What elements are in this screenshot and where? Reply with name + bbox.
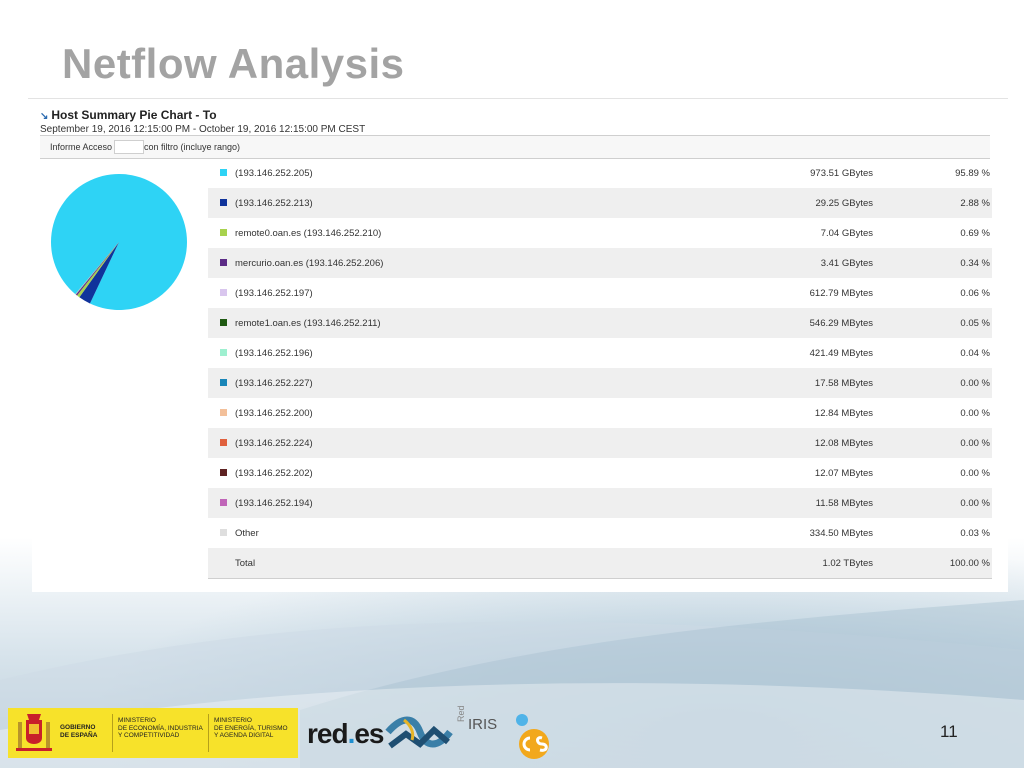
legend-swatch <box>220 499 227 506</box>
table-row[interactable]: (193.146.252.194) 11.58 MBytes 0.00 % <box>208 488 992 518</box>
legend-swatch <box>220 379 227 386</box>
total-amount: 1.02 TBytes <box>822 558 873 569</box>
traffic-percent: 0.00 % <box>960 498 990 509</box>
host-label: Other <box>235 528 259 539</box>
table-row[interactable]: mercurio.oan.es (193.146.252.206) 3.41 GB… <box>208 248 992 278</box>
table-row[interactable]: (193.146.252.205) 973.51 GBytes 95.89 % <box>208 158 992 188</box>
host-label: (193.146.252.196) <box>235 348 313 359</box>
traffic-percent: 0.00 % <box>960 378 990 389</box>
legend-swatch <box>220 439 227 446</box>
traffic-percent: 0.69 % <box>960 228 990 239</box>
date-range: September 19, 2016 12:15:00 PM - October… <box>40 124 366 135</box>
traffic-percent: 0.05 % <box>960 318 990 329</box>
total-row: Total 1.02 TBytes 100.00 % <box>208 548 992 579</box>
logo-separator <box>112 714 113 752</box>
host-label: remote1.oan.es (193.146.252.211) <box>235 318 381 329</box>
traffic-percent: 0.00 % <box>960 438 990 449</box>
title-divider <box>28 98 1008 99</box>
page-number: 11 <box>940 722 958 741</box>
traffic-amount: 29.25 GBytes <box>815 198 873 209</box>
host-label: (193.146.252.202) <box>235 468 313 479</box>
government-logo-band: GOBIERNO DE ESPAÑA MINISTERIO DE ECONOMÍ… <box>8 708 298 758</box>
host-label: remote0.oan.es (193.146.252.210) <box>235 228 382 239</box>
panel-title-wrap: ↘ Host Summary Pie Chart - To <box>40 108 217 122</box>
table-row[interactable]: Other 334.50 MBytes 0.03 % <box>208 518 992 548</box>
table-row[interactable]: (193.146.252.197) 612.79 MBytes 0.06 % <box>208 278 992 308</box>
filter-bar: Informe Acceso con filtro (incluye rango… <box>40 135 990 159</box>
collapse-arrow-icon[interactable]: ↘ <box>40 111 48 122</box>
legend-swatch <box>220 229 227 236</box>
legend-swatch <box>220 529 227 536</box>
filter-prefix: Informe Acceso <box>50 142 113 152</box>
ministry-energy-label: MINISTERIO DE ENERGÍA, TURISMO Y AGENDA … <box>214 717 288 739</box>
host-label: (193.146.252.205) <box>235 168 313 179</box>
legend-swatch <box>220 409 227 416</box>
redes-logo: red.es <box>307 718 385 749</box>
traffic-percent: 0.00 % <box>960 468 990 479</box>
legend-swatch <box>220 199 227 206</box>
legend-swatch <box>220 289 227 296</box>
filter-suffix: con filtro (incluye rango) <box>144 142 241 152</box>
host-label: mercurio.oan.es (193.146.252.206) <box>235 258 384 269</box>
ministry-economy-label: MINISTERIO DE ECONOMÍA, INDUSTRIA Y COMP… <box>118 717 203 739</box>
host-label: (193.146.252.224) <box>235 438 313 449</box>
network-x-logo-icon <box>385 716 453 749</box>
traffic-amount: 7.04 GBytes <box>820 228 873 239</box>
legend-swatch <box>220 349 227 356</box>
report-panel: ↘ Host Summary Pie Chart - To September 1… <box>32 102 1008 592</box>
traffic-percent: 0.03 % <box>960 528 990 539</box>
host-label: (193.146.252.213) <box>235 198 313 209</box>
total-percent: 100.00 % <box>949 558 990 569</box>
traffic-amount: 334.50 MBytes <box>809 528 873 539</box>
pie-chart <box>50 174 188 310</box>
slide-title: Netflow Analysis <box>62 40 405 87</box>
host-label: (193.146.252.227) <box>235 378 313 389</box>
total-label: Total <box>235 558 256 569</box>
traffic-amount: 12.07 MBytes <box>814 468 873 479</box>
table-row[interactable]: remote1.oan.es (193.146.252.211) 546.29 M… <box>208 308 992 338</box>
traffic-amount: 546.29 MBytes <box>809 318 873 329</box>
legend-swatch <box>220 319 227 326</box>
legend-swatch <box>220 259 227 266</box>
table-row[interactable]: (193.146.252.196) 421.49 MBytes 0.04 % <box>208 338 992 368</box>
host-label: (193.146.252.194) <box>235 498 313 509</box>
traffic-amount: 3.41 GBytes <box>820 258 873 269</box>
table-row[interactable]: remote0.oan.es (193.146.252.210) 7.04 GBy… <box>208 218 992 248</box>
legend-swatch <box>220 169 227 176</box>
cs-logo-icon <box>516 714 549 759</box>
host-table: (193.146.252.205) 973.51 GBytes 95.89 % (19… <box>208 158 992 579</box>
traffic-amount: 421.49 MBytes <box>809 348 873 359</box>
traffic-amount: 12.84 MBytes <box>814 408 873 419</box>
traffic-percent: 95.89 % <box>955 168 990 179</box>
table-row[interactable]: (193.146.252.213) 29.25 GBytes 2.88 % <box>208 188 992 218</box>
host-label: (193.146.252.200) <box>235 408 313 419</box>
filter-input[interactable] <box>114 140 144 154</box>
logo-separator <box>208 714 209 752</box>
traffic-percent: 0.04 % <box>960 348 990 359</box>
traffic-amount: 973.51 GBytes <box>810 168 873 179</box>
panel-title: Host Summary Pie Chart - To <box>51 108 217 122</box>
traffic-percent: 0.00 % <box>960 408 990 419</box>
table-row[interactable]: (193.146.252.227) 17.58 MBytes 0.00 % <box>208 368 992 398</box>
table-row[interactable]: (193.146.252.224) 12.08 MBytes 0.00 % <box>208 428 992 458</box>
rediris-logo: Red IRIS <box>456 705 498 733</box>
gobierno-label: GOBIERNO DE ESPAÑA <box>60 724 98 739</box>
traffic-amount: 17.58 MBytes <box>814 378 873 389</box>
host-label: (193.146.252.197) <box>235 288 313 299</box>
traffic-amount: 12.08 MBytes <box>814 438 873 449</box>
table-row[interactable]: (193.146.252.200) 12.84 MBytes 0.00 % <box>208 398 992 428</box>
legend-swatch <box>220 469 227 476</box>
traffic-percent: 2.88 % <box>960 198 990 209</box>
traffic-amount: 11.58 MBytes <box>815 498 873 509</box>
traffic-amount: 612.79 MBytes <box>809 288 873 299</box>
traffic-percent: 0.06 % <box>960 288 990 299</box>
spanish-crest-icon <box>16 714 52 751</box>
table-row[interactable]: (193.146.252.202) 12.07 MBytes 0.00 % <box>208 458 992 488</box>
traffic-percent: 0.34 % <box>960 258 990 269</box>
